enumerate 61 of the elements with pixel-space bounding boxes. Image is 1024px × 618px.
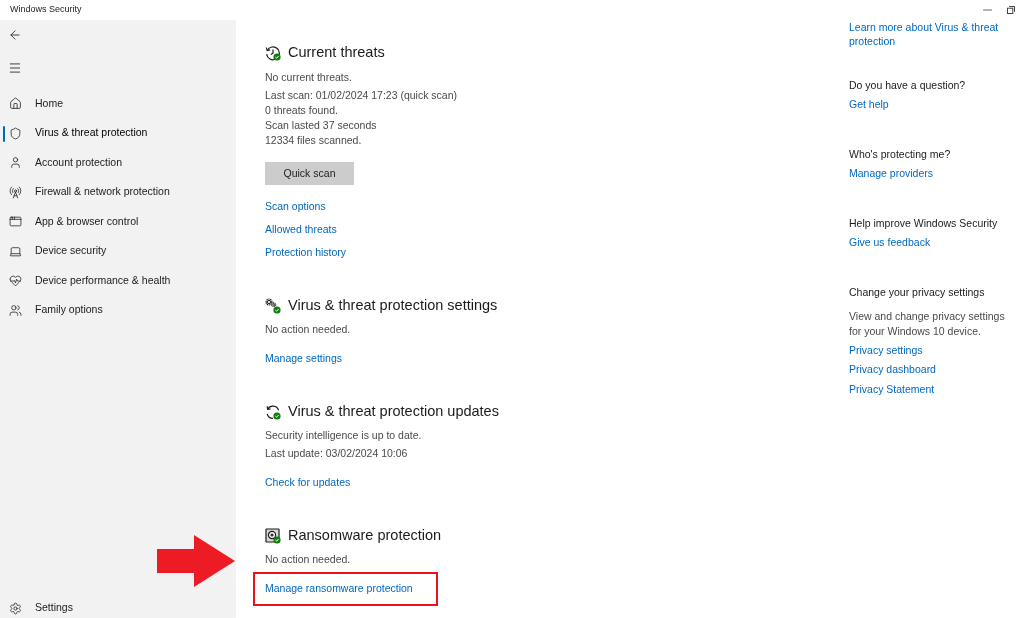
status-text: No action needed.: [265, 552, 351, 567]
aside-heading: Do you have a question?: [849, 77, 966, 93]
link[interactable]: Scan options: [265, 199, 326, 214]
status-text: Security intelligence is up to date.: [265, 428, 422, 443]
aside-heading: Help improve Windows Security: [849, 215, 998, 231]
nav-item[interactable]: Device security: [0, 236, 236, 266]
status-text: No current threats.: [265, 69, 352, 85]
status-text: No action needed.: [265, 322, 351, 337]
settings-icon: [8, 601, 22, 615]
link[interactable]: Check for updates: [265, 475, 351, 490]
link[interactable]: Privacy dashboard: [849, 362, 936, 377]
detail-text: 12334 files scanned.: [265, 132, 362, 148]
link[interactable]: Manage settings: [265, 351, 343, 366]
section-heading: Current threats: [288, 43, 385, 63]
restore-icon: [1006, 6, 1015, 14]
heart-pulse-icon: [8, 274, 22, 288]
aside-text: View and change privacy settings for your Windows 10 device.: [849, 308, 1006, 339]
back-icon: [8, 28, 22, 42]
learn-more-link[interactable]: Learn more about Virus & threat protection: [849, 20, 1015, 48]
link[interactable]: Allowed threats: [265, 222, 337, 237]
sync-check-icon: [265, 403, 281, 420]
menu-icon: [8, 61, 22, 75]
safe-check-icon: [265, 527, 281, 544]
section-heading: Ransomware protection: [288, 525, 442, 545]
aside-heading: Change your privacy settings: [849, 284, 985, 300]
person-icon: [8, 156, 22, 170]
link[interactable]: Manage ransomware protection: [265, 581, 413, 596]
nav-item[interactable]: Virus & threat protection: [0, 118, 236, 148]
detail-text: Last update: 03/02/2024 10:06: [265, 446, 408, 461]
section-heading: Virus & threat protection updates: [288, 401, 499, 421]
detail-text: Scan lasted 37 seconds: [265, 117, 377, 133]
settings-nav-item[interactable]: Settings: [0, 598, 236, 618]
link[interactable]: Privacy settings: [849, 342, 923, 358]
minimize-icon: [983, 9, 992, 11]
quick-scan-button[interactable]: Quick scan: [265, 162, 354, 185]
link[interactable]: Protection history: [265, 245, 347, 260]
nav-item[interactable]: Home: [0, 89, 236, 119]
link[interactable]: Give us feedback: [849, 234, 931, 250]
nav-item[interactable]: Device performance & health: [0, 266, 236, 296]
gears-check-icon: [265, 297, 281, 314]
aside-heading: Who's protecting me?: [849, 146, 951, 162]
people-icon: [8, 303, 22, 317]
window-icon: [8, 215, 22, 229]
nav-item[interactable]: Firewall & network protection: [0, 177, 236, 207]
detail-text: Last scan: 01/02/2024 17:23 (quick scan): [265, 87, 458, 103]
selection-indicator: [3, 125, 5, 142]
laptop-icon: [8, 244, 22, 258]
nav-item[interactable]: Family options: [0, 295, 236, 325]
history-check-icon: [265, 45, 281, 61]
window-title: Windows Security: [10, 3, 82, 17]
nav-item[interactable]: Account protection: [0, 148, 236, 178]
home-icon: [8, 97, 22, 111]
section-heading: Virus & threat protection settings: [288, 295, 498, 315]
nav-item[interactable]: App & browser control: [0, 207, 236, 237]
arrow-icon: [157, 535, 235, 587]
detail-text: 0 threats found.: [265, 102, 338, 118]
shield-icon: [8, 126, 22, 140]
antenna-icon: [8, 185, 22, 199]
link[interactable]: Manage providers: [849, 165, 934, 181]
link[interactable]: Get help: [849, 96, 889, 112]
link[interactable]: Privacy Statement: [849, 381, 935, 397]
